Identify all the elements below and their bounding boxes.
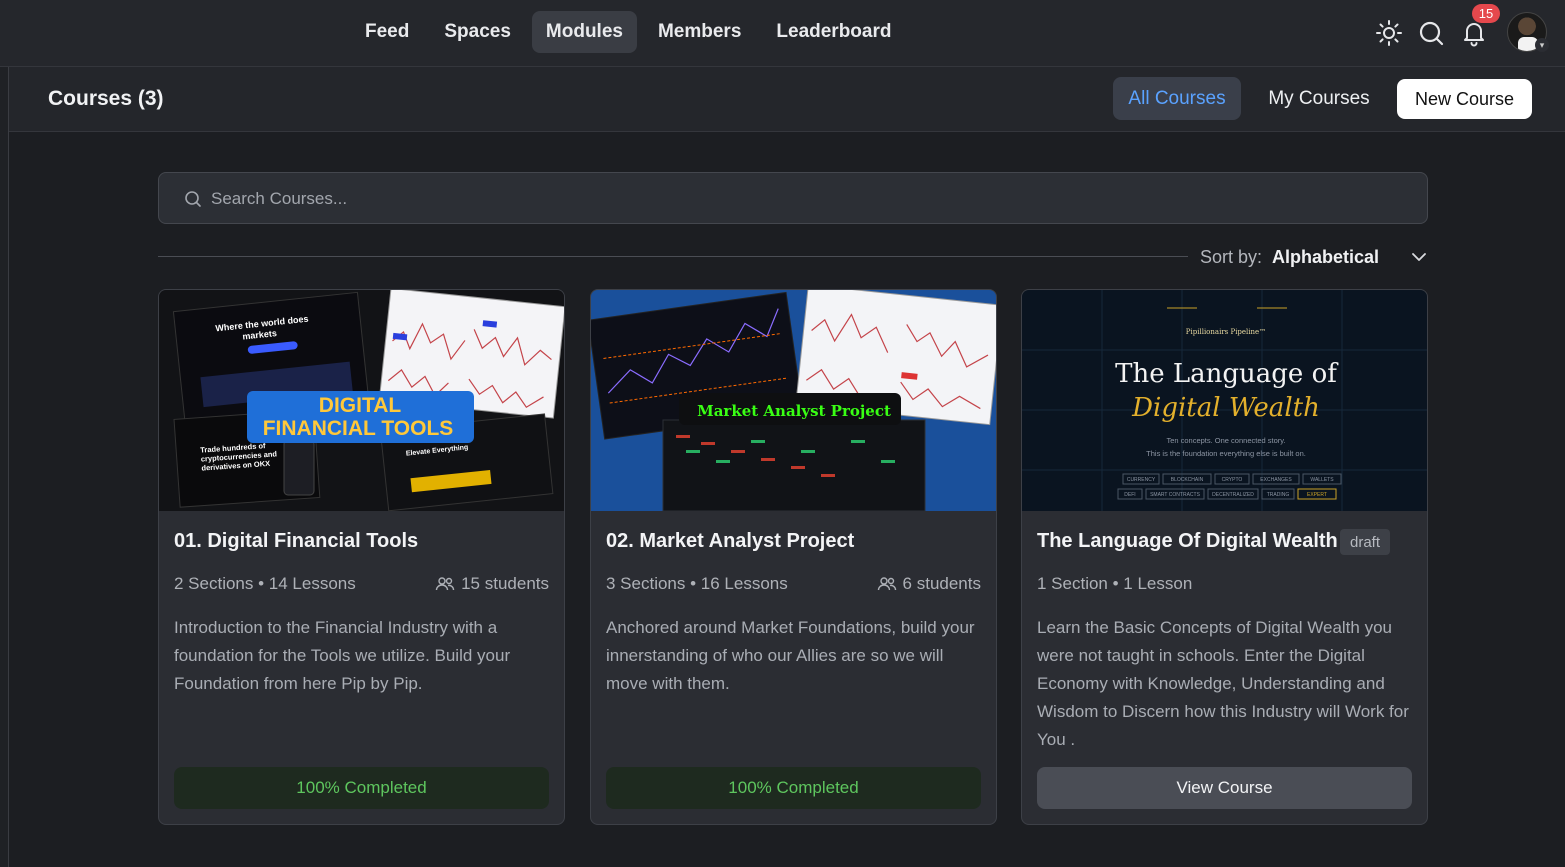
main-nav: Feed Spaces Modules Members Leaderboard (351, 11, 912, 53)
sun-icon[interactable] (1374, 18, 1404, 48)
nav-tab-modules[interactable]: Modules (531, 11, 637, 53)
view-course-button[interactable]: View Course (1037, 767, 1412, 809)
students-label: 6 students (902, 574, 981, 593)
thumb-tag: WALLETS (1310, 477, 1334, 483)
thumb-banner-title: Market Analyst Project (697, 402, 891, 420)
course-meta: 3 Sections • 16 Lessons (606, 574, 788, 593)
nav-tab-leaderboard[interactable]: Leaderboard (762, 11, 905, 53)
thumb-banner-title: DIGITAL (319, 394, 402, 417)
thumb-title-2: Digital Wealth (1131, 393, 1320, 423)
thumb-banner-subtitle: FINANCIAL TOOLS (263, 417, 454, 440)
course-description: Anchored around Market Foundations, buil… (606, 618, 975, 693)
progress-status: 100% Completed (174, 767, 549, 809)
status-badge: draft (1340, 529, 1391, 555)
thumb-tag: EXPERT (1307, 492, 1327, 498)
courses-header: Courses (3) All Courses My Courses New C… (9, 67, 1565, 132)
students-label: 15 students (461, 574, 549, 593)
thumb-subtitle: Ten concepts. One connected story. (1166, 436, 1285, 445)
search-icon (185, 191, 201, 207)
course-card[interactable]: Market Analyst Project 02. Market Analys… (590, 289, 997, 825)
my-courses-tab[interactable]: My Courses (1252, 77, 1386, 120)
sort-label: Sort by: (1200, 247, 1263, 267)
thumb-brand: Pipillionairs Pipeline™ (1186, 328, 1266, 336)
top-nav-bar: Feed Spaces Modules Members Leaderboard … (0, 0, 1565, 67)
thumb-tag: EXCHANGES (1260, 477, 1292, 483)
thumb-subtitle-2: This is the foundation everything else i… (1146, 449, 1306, 458)
thumb-tag: SMART CONTRACTS (1150, 492, 1200, 498)
course-card[interactable]: Pipillionairs Pipeline™ The Language of … (1021, 289, 1428, 825)
thumb-title: The Language of (1115, 359, 1339, 389)
search-box (158, 172, 1428, 224)
course-title[interactable]: 01. Digital Financial Tools (174, 530, 418, 553)
course-title[interactable]: The Language Of Digital Wealth (1037, 530, 1338, 553)
course-thumbnail: Where the world does markets Trade hundr… (159, 290, 564, 511)
search-input[interactable] (211, 185, 1391, 213)
thumb-tag: CRYPTO (1222, 477, 1243, 483)
sort-select[interactable]: Alphabetical (1272, 247, 1379, 268)
thumb-tag: TRADING (1267, 492, 1290, 498)
course-card[interactable]: Where the world does markets Trade hundr… (158, 289, 565, 825)
nav-tab-spaces[interactable]: Spaces (430, 11, 525, 53)
course-thumbnail: Market Analyst Project (591, 290, 996, 511)
chevron-down-icon[interactable]: ▾ (1535, 38, 1549, 52)
course-title[interactable]: 02. Market Analyst Project (606, 530, 854, 553)
students-count: 15 students (435, 574, 549, 594)
course-thumbnail: Pipillionairs Pipeline™ The Language of … (1022, 290, 1427, 511)
divider (158, 256, 1188, 257)
thumb-tag: BLOCKCHAIN (1171, 477, 1204, 483)
page-title: Courses (3) (48, 87, 164, 110)
new-course-button[interactable]: New Course (1397, 79, 1532, 119)
progress-status: 100% Completed (606, 767, 981, 809)
course-description: Learn the Basic Concepts of Digital Weal… (1037, 618, 1409, 749)
all-courses-tab[interactable]: All Courses (1113, 77, 1241, 120)
nav-tab-members[interactable]: Members (644, 11, 755, 53)
notification-badge: 15 (1472, 4, 1500, 23)
search-icon[interactable] (1416, 18, 1446, 48)
thumb-tag: DECENTRALIZED (1212, 492, 1254, 498)
users-icon (877, 577, 896, 591)
thumb-tag: DEFI (1124, 492, 1135, 498)
students-count: 6 students (877, 574, 981, 594)
thumb-tag: CURRENCY (1127, 477, 1156, 483)
users-icon (435, 577, 455, 591)
course-description: Introduction to the Financial Industry w… (174, 618, 511, 693)
course-meta: 1 Section • 1 Lesson (1037, 574, 1193, 593)
left-rail (0, 67, 9, 867)
nav-tab-feed[interactable]: Feed (351, 11, 423, 53)
course-meta: 2 Sections • 14 Lessons (174, 574, 356, 593)
chevron-down-icon[interactable] (1410, 248, 1428, 266)
